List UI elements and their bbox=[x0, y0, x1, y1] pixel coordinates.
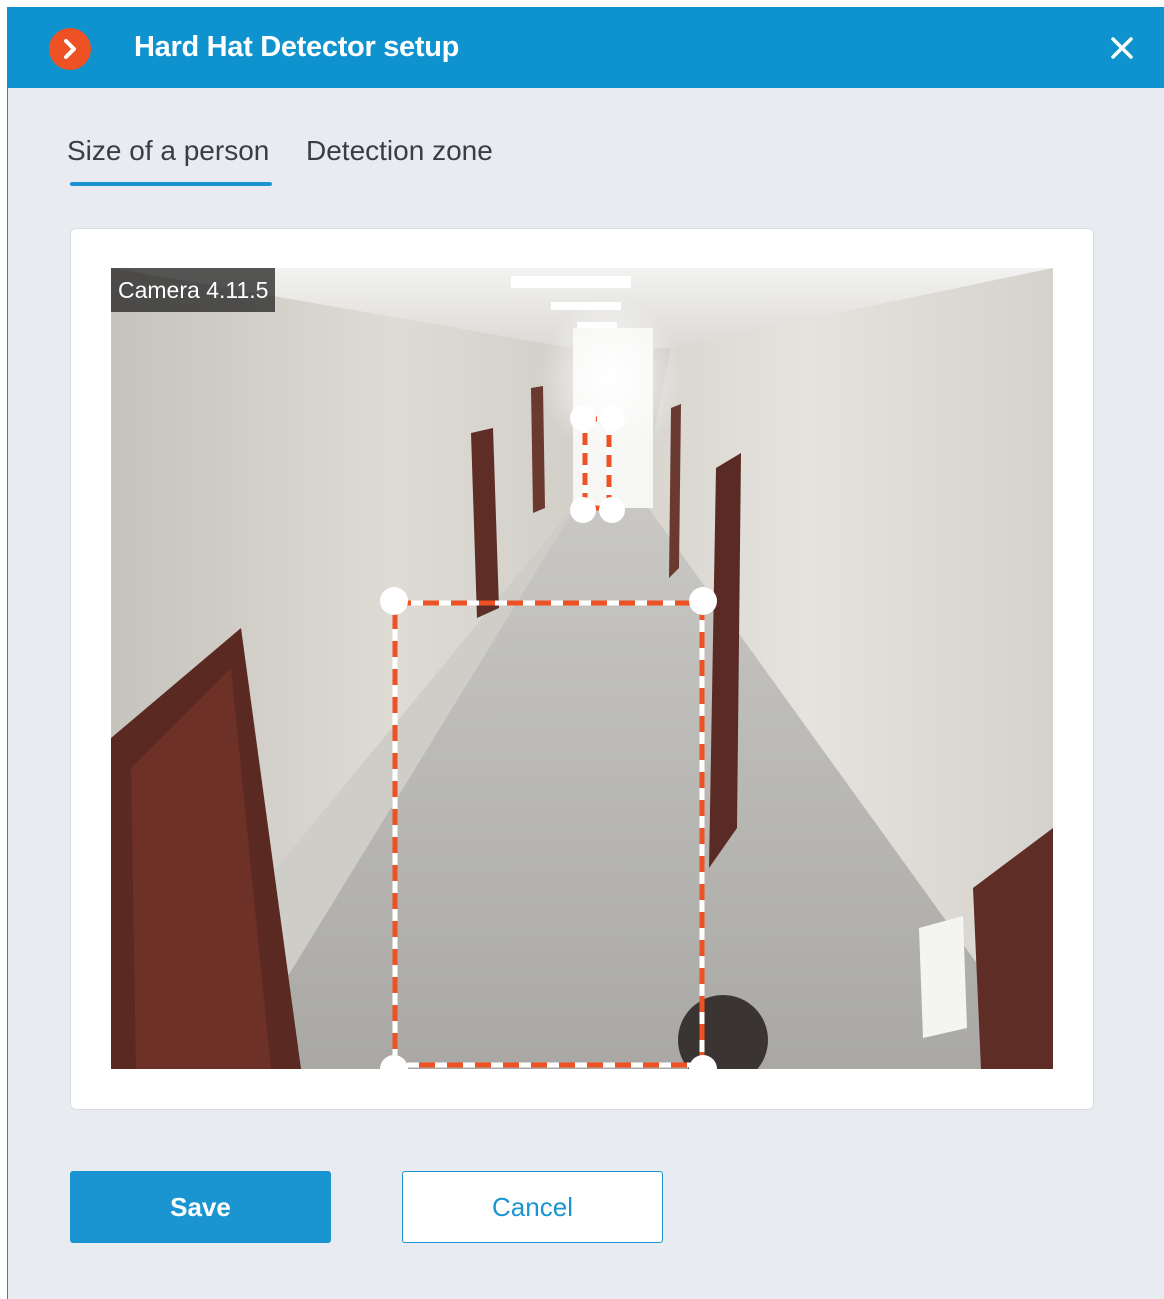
tab-detection-zone[interactable]: Detection zone bbox=[306, 135, 493, 167]
camera-label: Camera 4.11.5 bbox=[111, 268, 276, 312]
near-person-frame[interactable] bbox=[392, 600, 705, 1068]
tab-size-of-person[interactable]: Size of a person bbox=[67, 135, 269, 167]
near-frame-handle-bl[interactable] bbox=[380, 1055, 408, 1069]
near-frame-handle-tr[interactable] bbox=[689, 587, 717, 615]
far-frame-handle-bl[interactable] bbox=[570, 497, 596, 523]
far-person-frame[interactable] bbox=[582, 416, 612, 511]
dialog-title: Hard Hat Detector setup bbox=[134, 31, 460, 63]
save-button[interactable]: Save bbox=[70, 1171, 331, 1243]
camera-view[interactable]: Camera 4.11.5 bbox=[111, 268, 1053, 1069]
far-frame-handle-tl[interactable] bbox=[570, 405, 596, 431]
chevron-right-icon bbox=[49, 28, 91, 70]
dialog: Hard Hat Detector setup Size of a person… bbox=[7, 7, 1164, 1299]
near-frame-handle-tl[interactable] bbox=[380, 587, 408, 615]
active-tab-indicator bbox=[70, 182, 272, 186]
cancel-button[interactable]: Cancel bbox=[402, 1171, 663, 1243]
far-frame-handle-tr[interactable] bbox=[599, 405, 625, 431]
near-frame-handle-br[interactable] bbox=[689, 1055, 717, 1069]
close-icon[interactable] bbox=[1105, 31, 1139, 65]
person-size-overlay bbox=[380, 405, 717, 1069]
title-bar: Hard Hat Detector setup bbox=[8, 7, 1164, 88]
far-frame-handle-br[interactable] bbox=[599, 497, 625, 523]
